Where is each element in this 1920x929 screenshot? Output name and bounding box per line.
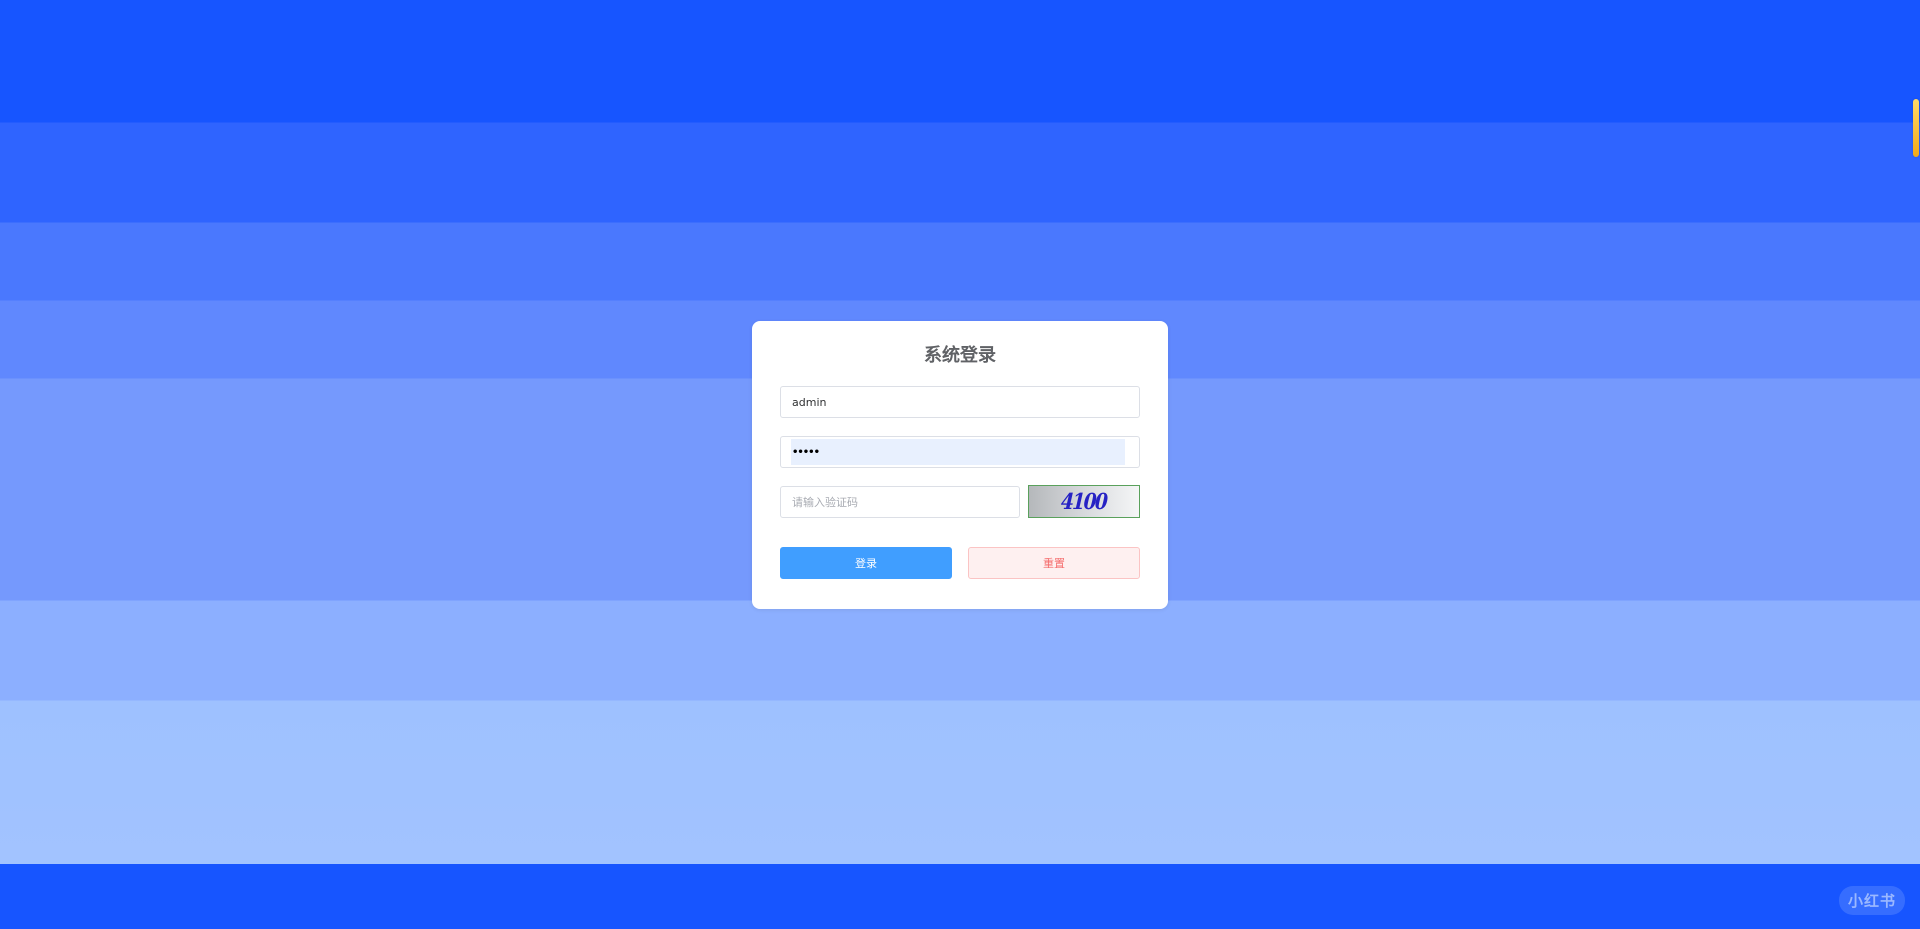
captcha-input[interactable]: 请输入验证码	[780, 486, 1020, 518]
password-value: •••••	[792, 446, 820, 458]
page-bottom-band	[0, 864, 1920, 929]
watermark-logo: 小红书	[1839, 886, 1905, 915]
page-title: 系统登录	[924, 345, 996, 366]
scrollbar-thumb[interactable]	[1913, 99, 1919, 157]
reset-button[interactable]: 重置	[968, 547, 1140, 579]
login-button[interactable]: 登录	[780, 547, 952, 579]
captcha-code: 4100	[1060, 488, 1108, 515]
username-value: admin	[792, 395, 827, 409]
username-field[interactable]: admin	[780, 386, 1140, 418]
password-autofill-background	[791, 439, 1125, 465]
login-card: 系统登录 admin ••••• 请输入验证码 4100 登录 重置	[752, 321, 1168, 609]
password-field[interactable]: •••••	[780, 436, 1140, 468]
captcha-image[interactable]: 4100	[1028, 485, 1140, 518]
captcha-placeholder: 请输入验证码	[792, 496, 858, 509]
